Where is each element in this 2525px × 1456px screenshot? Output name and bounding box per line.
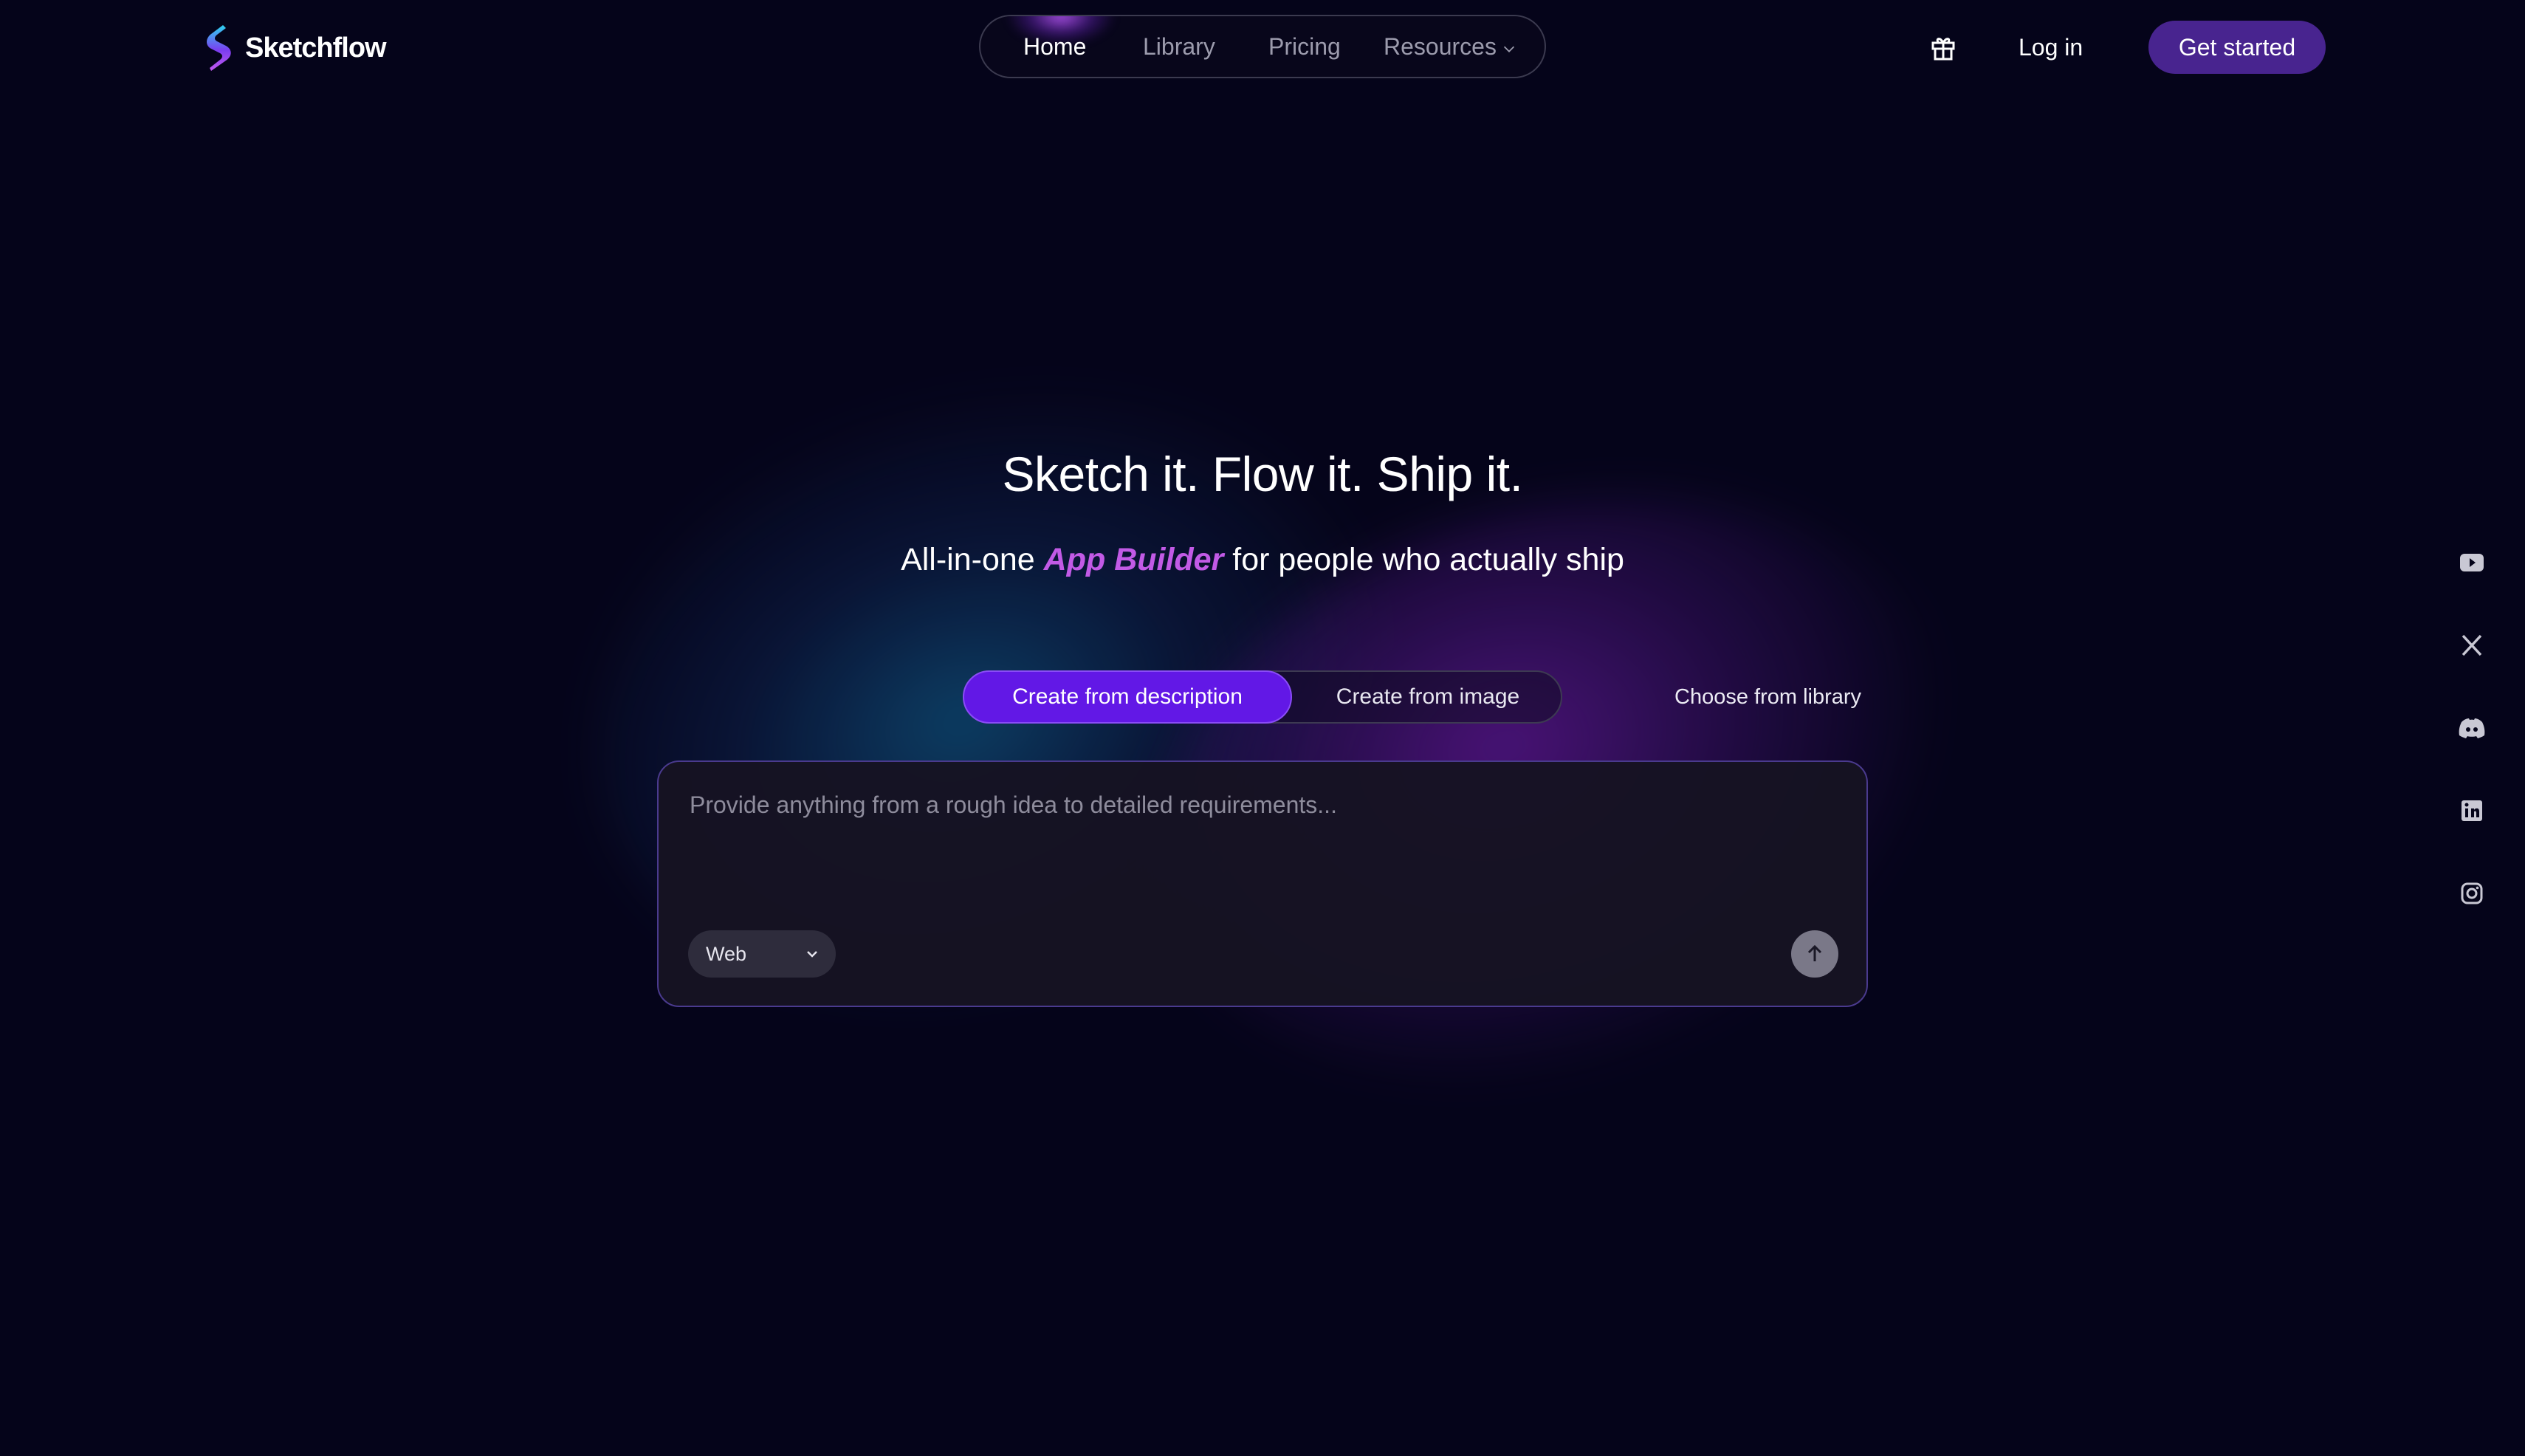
- x-icon[interactable]: [2454, 628, 2490, 663]
- nav-item-resources[interactable]: Resources: [1384, 16, 1517, 77]
- nav-item-pricing[interactable]: Pricing: [1268, 16, 1341, 77]
- chevron-down-icon: [1503, 46, 1515, 52]
- choose-from-library-link[interactable]: Choose from library: [1674, 678, 1861, 716]
- get-started-button[interactable]: Get started: [2148, 21, 2326, 74]
- create-mode-tabs: Create from description Create from imag…: [963, 670, 1562, 724]
- prompt-input[interactable]: [688, 790, 1828, 882]
- hero-subtitle-before: All-in-one: [901, 542, 1044, 577]
- gift-icon[interactable]: [1928, 32, 1958, 62]
- prompt-box: Web: [657, 760, 1868, 1007]
- hero-subtitle: All-in-one App Builder for people who ac…: [0, 542, 2525, 578]
- arrow-up-icon: [1807, 944, 1822, 961]
- discord-icon[interactable]: [2454, 710, 2490, 746]
- tab-create-from-description[interactable]: Create from description: [963, 670, 1292, 724]
- sketchflow-s-logo-icon: [207, 25, 231, 71]
- instagram-icon[interactable]: [2454, 876, 2490, 911]
- hero-subtitle-after: for people who actually ship: [1223, 542, 1624, 577]
- platform-select[interactable]: Web: [688, 930, 836, 978]
- brand-name: Sketchflow: [245, 32, 387, 63]
- login-link[interactable]: Log in: [2019, 27, 2083, 68]
- tab-create-from-image[interactable]: Create from image: [1294, 670, 1562, 724]
- page: Sketchflow Home Library Pricing Resource…: [0, 0, 2525, 1456]
- nav-item-resources-label: Resources: [1384, 33, 1497, 60]
- nav-item-library[interactable]: Library: [1143, 16, 1215, 77]
- brand-logo[interactable]: Sketchflow: [201, 22, 387, 74]
- linkedin-icon[interactable]: [2454, 793, 2490, 828]
- send-button[interactable]: [1791, 930, 1838, 978]
- youtube-icon[interactable]: [2454, 545, 2490, 580]
- chevron-down-icon: [807, 951, 817, 958]
- hero-title: Sketch it. Flow it. Ship it.: [1002, 447, 1523, 501]
- nav-item-home[interactable]: Home: [1023, 16, 1086, 77]
- main-nav: Home Library Pricing Resources: [979, 15, 1546, 78]
- platform-select-value: Web: [706, 943, 747, 965]
- hero-subtitle-accent: App Builder: [1043, 542, 1224, 577]
